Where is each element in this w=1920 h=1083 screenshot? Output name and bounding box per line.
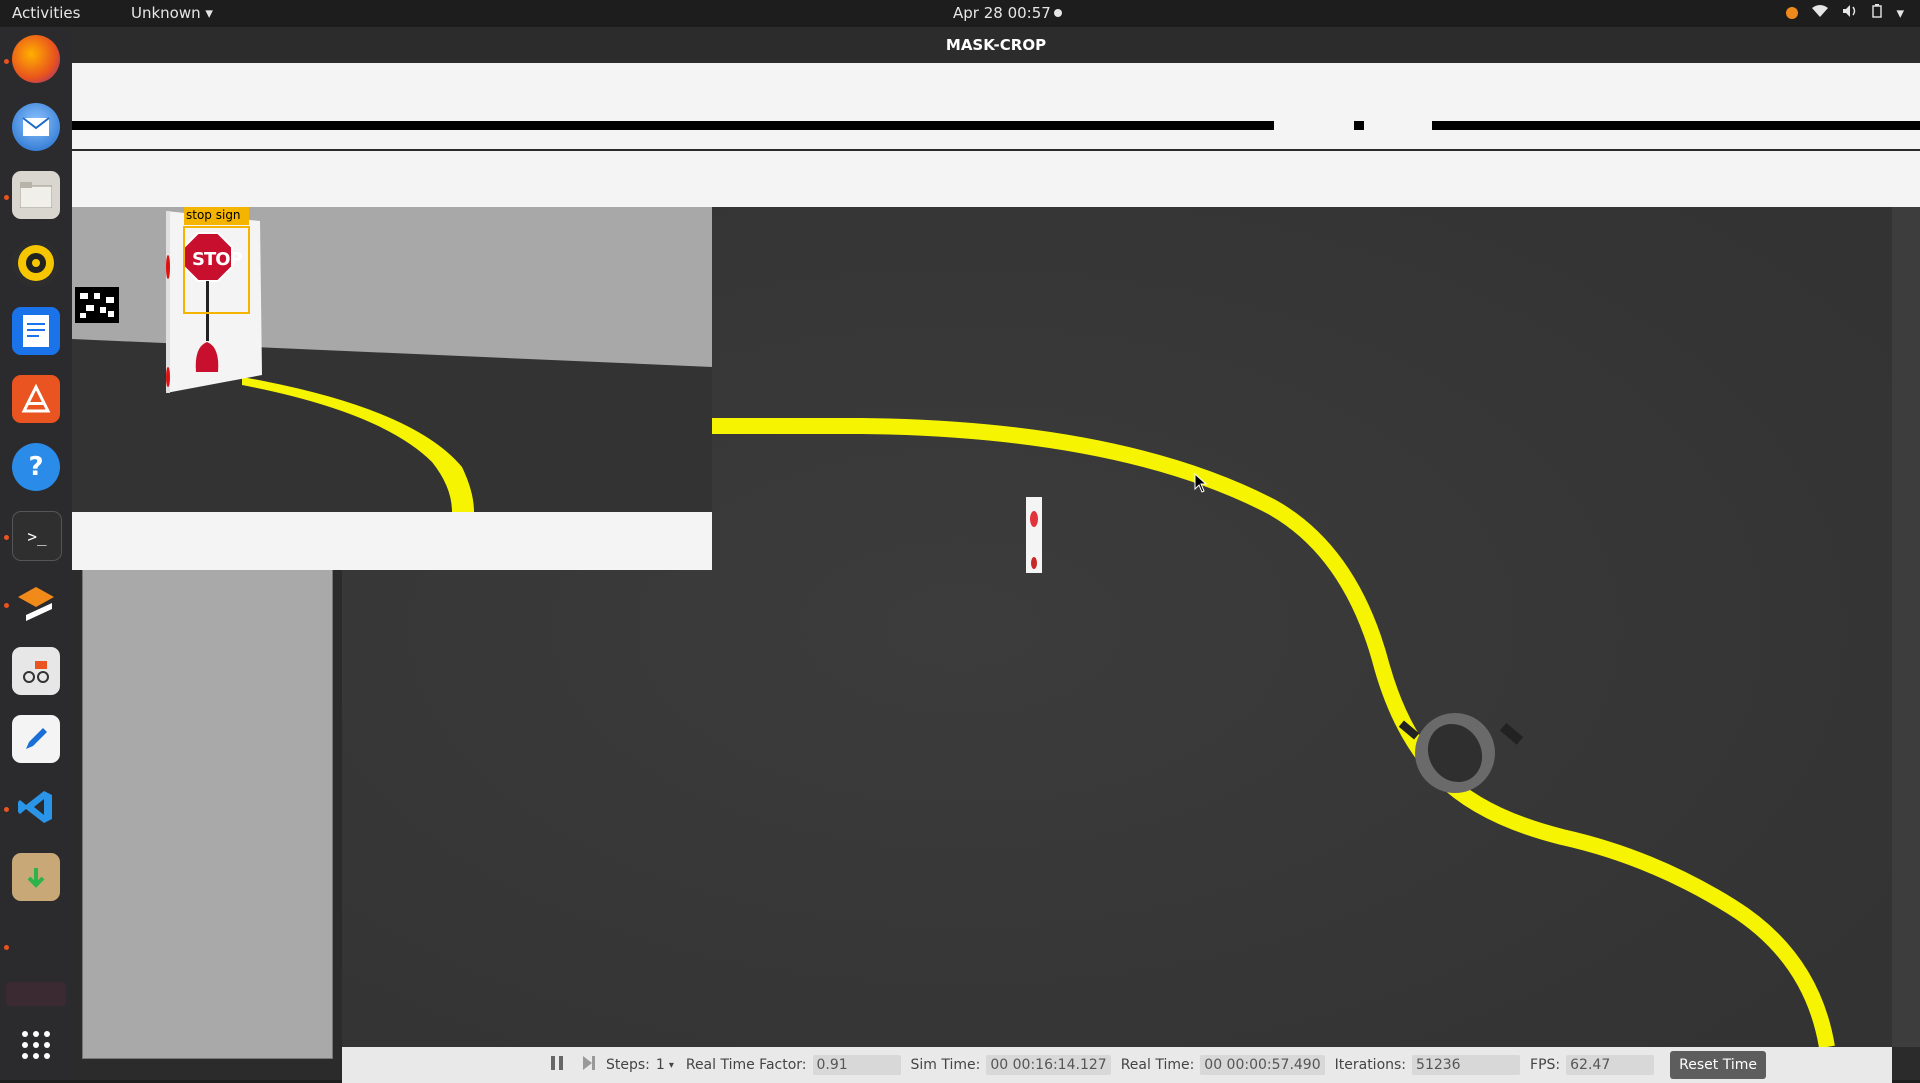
- wifi-icon: [1812, 4, 1829, 22]
- real-time-label: Real Time:: [1120, 1057, 1195, 1073]
- app-window: MASK-CROP stop sign STOP Steps: 1 ▾ Real…: [72, 27, 1920, 1083]
- window-title: MASK-CROP: [72, 27, 1920, 63]
- aruco-marker: [75, 287, 119, 323]
- rtf-value: 0.91: [812, 1055, 901, 1075]
- files-icon[interactable]: [12, 171, 60, 219]
- simulation-toolbar: Steps: 1 ▾ Real Time Factor: 0.91 Sim Ti…: [342, 1047, 1892, 1083]
- fps-value: 62.47: [1566, 1055, 1655, 1075]
- fps-label: FPS:: [1530, 1057, 1561, 1073]
- chevron-down-icon: ▾: [205, 4, 213, 22]
- help-icon[interactable]: ?: [12, 443, 60, 491]
- reader-icon[interactable]: [12, 647, 60, 695]
- detection-label: stop sign: [186, 208, 241, 222]
- dock: ? >_: [0, 27, 72, 1080]
- writer-icon[interactable]: [12, 307, 60, 355]
- battery-icon: [1872, 4, 1883, 22]
- mask-gap: [1364, 121, 1432, 130]
- running-indicator: [4, 945, 9, 950]
- terminal-icon[interactable]: >_: [12, 511, 62, 561]
- show-apps-icon[interactable]: [12, 1021, 60, 1069]
- real-time-value: 00 00:00:57.490: [1200, 1055, 1325, 1075]
- update-indicator-icon: [1786, 7, 1799, 19]
- installer-icon[interactable]: [12, 853, 60, 901]
- chevron-down-icon[interactable]: ▾: [669, 1060, 674, 1071]
- stop-sign-text: STOP: [192, 249, 243, 270]
- mask-line: [72, 121, 1920, 130]
- iterations-value: 51236: [1412, 1055, 1521, 1075]
- running-indicator: [4, 807, 9, 812]
- step-forward-icon[interactable]: [582, 1055, 596, 1075]
- app-center-icon[interactable]: [12, 375, 60, 423]
- pause-icon[interactable]: [550, 1055, 564, 1075]
- running-indicator: [4, 603, 9, 608]
- app-menu-label: Unknown: [131, 4, 201, 22]
- ros-icon[interactable]: [12, 579, 60, 627]
- top-bar: Activities Unknown ▾ Apr 28 00:57 ▾: [0, 0, 1920, 27]
- mouse-cursor-icon: [1194, 472, 1208, 497]
- app-menu[interactable]: Unknown ▾: [131, 4, 213, 22]
- vscode-icon[interactable]: [12, 783, 60, 831]
- thunderbird-icon[interactable]: [12, 103, 60, 151]
- firefox-icon[interactable]: [12, 35, 60, 83]
- camera-overlay: stop sign STOP: [72, 207, 712, 570]
- system-tray[interactable]: ▾: [1786, 4, 1904, 22]
- rtf-label: Real Time Factor:: [685, 1057, 807, 1073]
- activities-button[interactable]: Activities: [12, 4, 80, 22]
- chevron-down-icon: ▾: [1896, 4, 1904, 22]
- rhythmbox-icon[interactable]: [12, 239, 60, 287]
- running-indicator: [4, 59, 9, 64]
- stop-sign-3d: [166, 207, 262, 393]
- running-indicator: [4, 195, 9, 200]
- steps-value[interactable]: 1: [656, 1057, 665, 1073]
- sim-time-label: Sim Time:: [910, 1057, 981, 1073]
- mask-crop-strip: [72, 63, 1920, 149]
- notification-dot-icon: [1054, 9, 1062, 17]
- clock[interactable]: Apr 28 00:57: [953, 4, 1051, 22]
- dock-separator: [6, 982, 66, 1006]
- iterations-label: Iterations:: [1334, 1057, 1407, 1073]
- sim-time-value: 00 00:16:14.127: [986, 1055, 1111, 1075]
- scene-right-edge: [1892, 207, 1920, 1047]
- reset-time-button[interactable]: Reset Time: [1670, 1051, 1766, 1079]
- editor-icon[interactable]: [12, 715, 60, 763]
- mask-gap: [1274, 121, 1354, 130]
- mask-strip-lower: [72, 151, 1920, 207]
- steps-label: Steps:: [606, 1057, 650, 1073]
- volume-icon: [1842, 4, 1858, 22]
- running-indicator: [4, 535, 9, 540]
- stop-sign-topdown: [1026, 497, 1042, 573]
